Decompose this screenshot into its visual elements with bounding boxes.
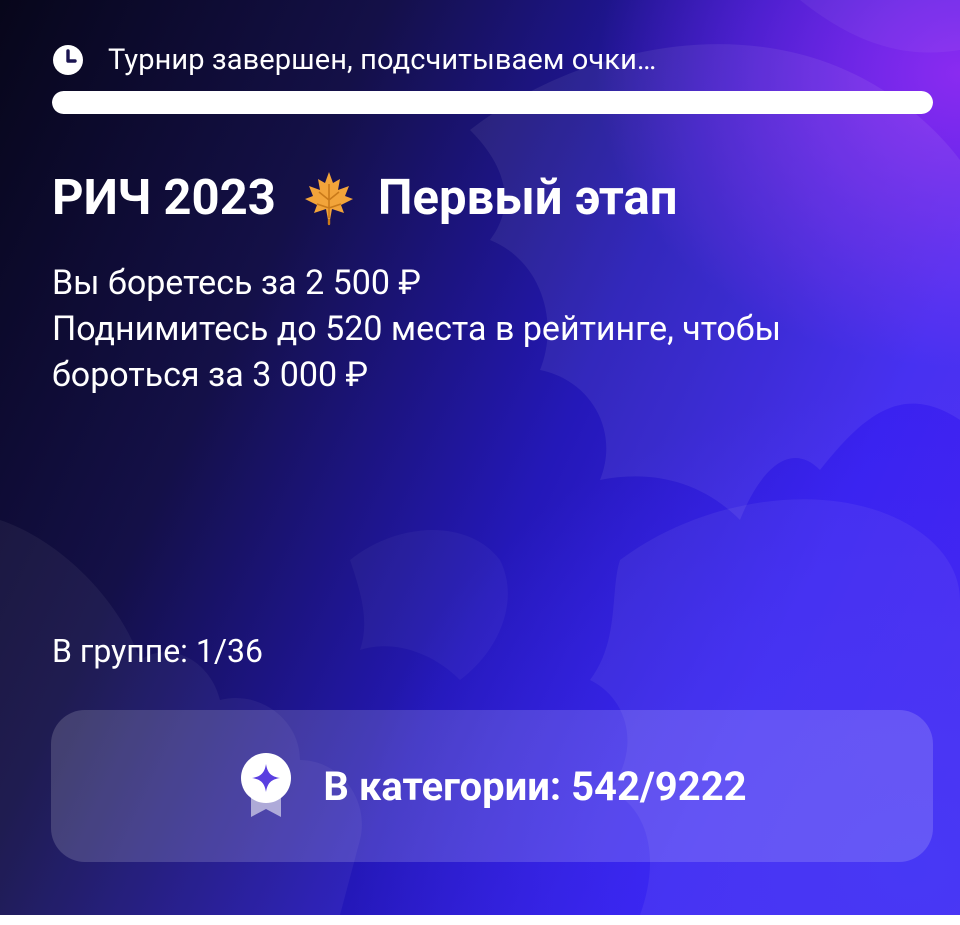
rank-goal-line: Поднимитесь до 520 места в рейтинге, что… — [52, 309, 781, 349]
tournament-card[interactable]: Турнир завершен, подсчитываем очки… РИЧ … — [0, 0, 960, 915]
maple-leaf-icon — [300, 168, 358, 226]
status-text: Турнир завершен, подсчитываем очки… — [108, 43, 657, 77]
tournament-progress-bar — [52, 91, 933, 114]
tournament-status: Турнир завершен, подсчитываем очки… — [52, 38, 656, 82]
tournament-title: РИЧ 2023 Первый этап — [52, 168, 677, 226]
clock-icon — [52, 44, 84, 76]
group-rank: В группе: 1/36 — [52, 632, 263, 670]
prize-line: Вы боретесь за 2 500 ₽ — [52, 263, 421, 303]
title-prefix: РИЧ 2023 — [52, 168, 276, 226]
category-rank-text: В категории: 542/9222 — [323, 762, 747, 810]
progress-bar-fill — [52, 91, 933, 114]
title-suffix: Первый этап — [377, 168, 678, 226]
badge-icon — [237, 751, 295, 821]
category-rank-button[interactable]: В категории: 542/9222 — [51, 710, 933, 862]
tournament-description: Вы боретесь за 2 500 ₽ Поднимитесь до 52… — [52, 260, 781, 398]
next-prize-line: бороться за 3 000 ₽ — [52, 355, 369, 395]
